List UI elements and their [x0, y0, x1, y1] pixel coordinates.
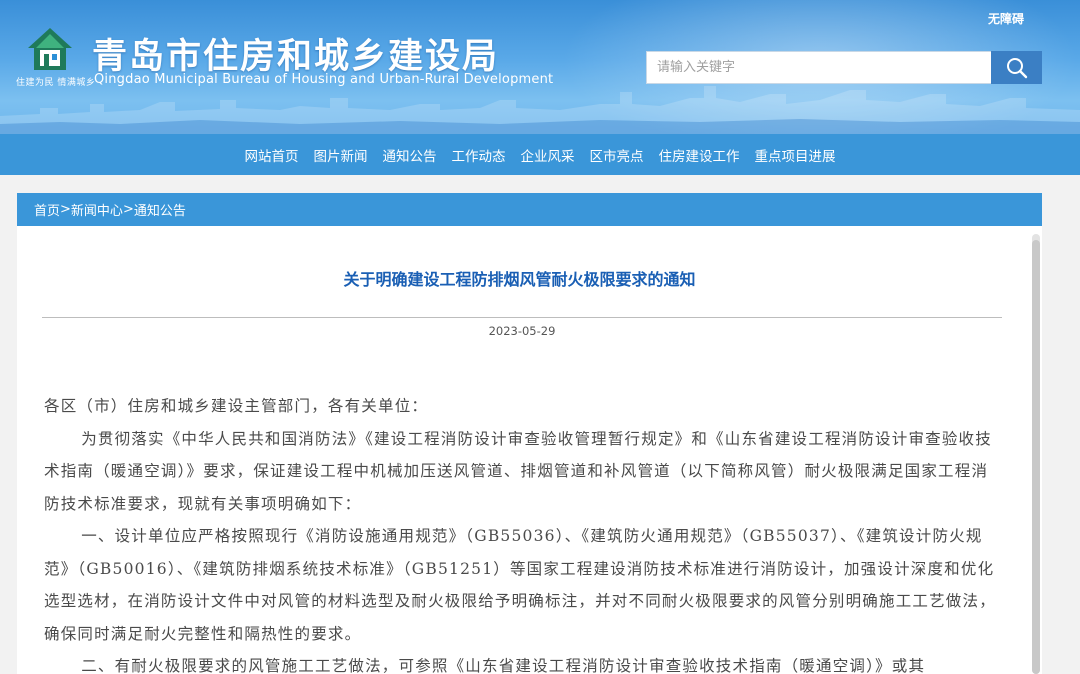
- breadcrumb-home[interactable]: 首页: [34, 200, 60, 219]
- breadcrumb-notices[interactable]: 通知公告: [134, 200, 186, 219]
- article-title: 关于明确建设工程防排烟风管耐火极限要求的通知: [343, 270, 696, 289]
- nav-item-district-highlights[interactable]: 区市亮点: [582, 145, 651, 165]
- nav-item-notices[interactable]: 通知公告: [375, 145, 444, 165]
- article-date: 2023-05-29: [488, 324, 556, 338]
- scrollbar-thumb[interactable]: [1032, 240, 1040, 674]
- nav-item-enterprise[interactable]: 企业风采: [513, 145, 582, 165]
- main-nav: 网站首页 图片新闻 通知公告 工作动态 企业风采 区市亮点 住房建设工作 重点项…: [0, 134, 1080, 175]
- breadcrumb-separator: >: [122, 202, 134, 217]
- breadcrumb-news-center[interactable]: 新闻中心: [71, 200, 123, 219]
- nav-item-key-projects[interactable]: 重点项目进展: [747, 145, 843, 165]
- search-icon: [1006, 57, 1027, 78]
- logo-slogan: 住建为民 情满城乡: [16, 78, 96, 88]
- nav-item-work-updates[interactable]: 工作动态: [444, 145, 513, 165]
- article-card: 关于明确建设工程防排烟风管耐火极限要求的通知 2023-05-29 各区（市）住…: [17, 226, 1042, 674]
- accessibility-link[interactable]: 无障碍: [988, 10, 1024, 27]
- search-input[interactable]: [646, 51, 992, 84]
- scrollbar[interactable]: [1032, 234, 1040, 674]
- title-divider: [42, 317, 1002, 318]
- article-paragraph: 一、设计单位应严格按照现行《消防设施通用规范》（GB55036）、《建筑防火通用…: [44, 527, 996, 643]
- nav-item-housing-work[interactable]: 住房建设工作: [651, 145, 747, 165]
- nav-item-photo-news[interactable]: 图片新闻: [306, 145, 375, 165]
- header-banner: 住建为民 情满城乡 青岛市住房和城乡建设局 Qingdao Municipal …: [0, 0, 1080, 134]
- bureau-logo-icon[interactable]: [26, 26, 74, 74]
- article-paragraph: 为贯彻落实《中华人民共和国消防法》《建设工程消防设计审查验收管理暂行规定》和《山…: [44, 429, 992, 513]
- breadcrumb-separator: >: [60, 202, 71, 217]
- article-paragraph: 二、有耐火极限要求的风管施工工艺做法，可参照《山东省建设工程消防设计审查验收技术…: [81, 657, 926, 674]
- nav-item-home[interactable]: 网站首页: [237, 145, 306, 165]
- search-button[interactable]: [991, 51, 1042, 84]
- article-body: 各区（市）住房和城乡建设主管部门，各有关单位： 为贯彻落实《中华人民共和国消防法…: [44, 390, 1004, 674]
- site-subtitle: Qingdao Municipal Bureau of Housing and …: [94, 72, 554, 87]
- breadcrumb: 首页 > 新闻中心 > 通知公告: [17, 193, 1042, 226]
- article-salutation: 各区（市）住房和城乡建设主管部门，各有关单位：: [44, 397, 429, 415]
